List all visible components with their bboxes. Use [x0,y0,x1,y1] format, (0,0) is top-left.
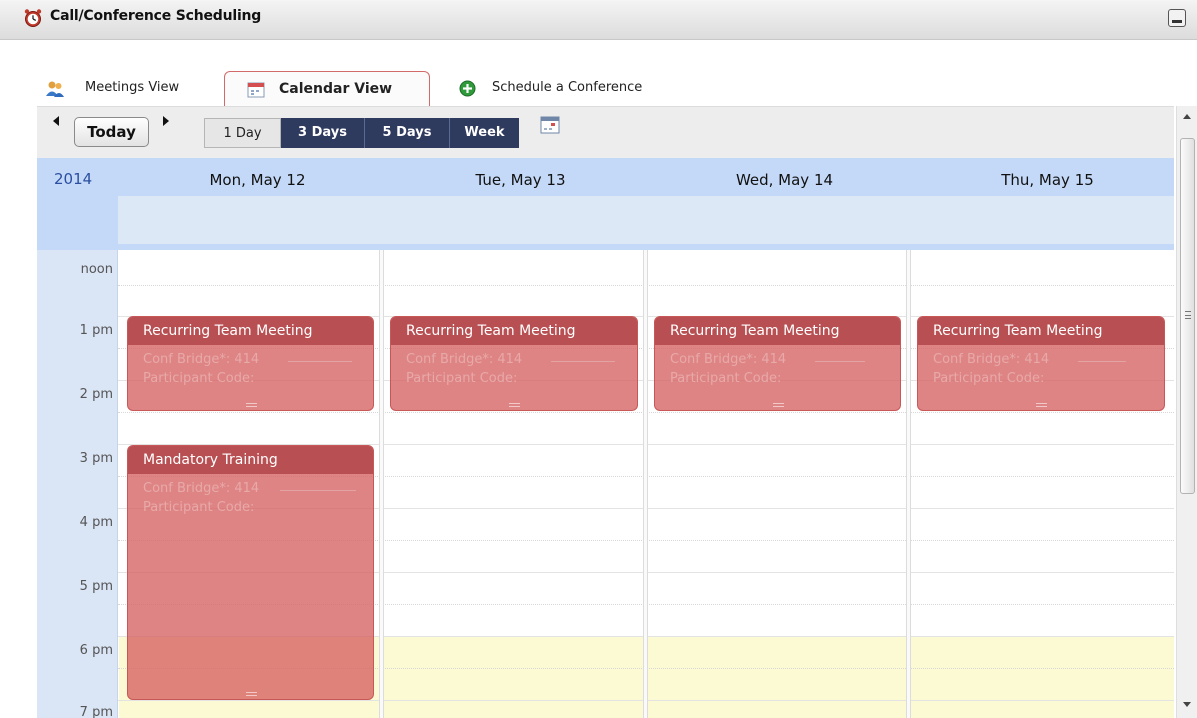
tab-meetings-view[interactable]: Meetings View [45,71,210,106]
day-header-thu[interactable]: Thu, May 15 [916,171,1179,189]
day-column-divider [906,250,911,718]
day-header-wed[interactable]: Wed, May 14 [653,171,916,189]
calendar-icon [247,82,265,98]
event-conf-bridge: Conf Bridge*: 414 [933,352,1050,367]
resize-handle-icon[interactable] [509,403,520,407]
event-participant-code: Participant Code: [143,500,255,515]
year-label: 2014 [54,170,93,188]
minimize-icon [1172,20,1182,23]
app-window: Call/Conference Scheduling Meetings View… [0,0,1197,718]
event-participant-code: Participant Code: [933,371,1045,386]
hour-label-6pm: 6 pm [79,643,113,658]
range-week-button[interactable]: Week [450,118,519,148]
event-recurring-team-meeting-mon[interactable]: Recurring Team Meeting Conf Bridge*: 414… [127,316,374,411]
redaction-line [551,361,615,362]
redaction-line [815,361,865,362]
event-recurring-team-meeting-wed[interactable]: Recurring Team Meeting Conf Bridge*: 414… [654,316,901,411]
calendar-toolbar: Today 1 Day 3 Days 5 Days Week [37,106,1174,158]
scroll-up-arrow-icon[interactable] [1183,114,1191,119]
scroll-down-arrow-icon[interactable] [1183,702,1191,707]
event-participant-code: Participant Code: [670,371,782,386]
event-conf-bridge: Conf Bridge*: 414 [670,352,787,367]
title-bar: Call/Conference Scheduling [0,0,1197,40]
event-title: Recurring Team Meeting [143,323,313,339]
hour-label-7pm: 7 pm [79,705,113,718]
window-title: Call/Conference Scheduling [50,8,262,24]
all-day-gutter [37,196,118,244]
hour-label-4pm: 4 pm [79,515,113,530]
time-grid[interactable]: noon 1 pm 2 pm 3 pm 4 pm 5 pm 6 pm 7 pm [37,250,1174,718]
hour-label-5pm: 5 pm [79,579,113,594]
event-recurring-team-meeting-thu[interactable]: Recurring Team Meeting Conf Bridge*: 414… [917,316,1165,411]
hour-label-3pm: 3 pm [79,451,113,466]
event-mandatory-training-mon[interactable]: Mandatory Training Conf Bridge*: 414 Par… [127,445,374,700]
tab-meetings-label: Meetings View [85,80,180,95]
range-5-days-button[interactable]: 5 Days [365,118,450,148]
event-participant-code: Participant Code: [406,371,518,386]
event-participant-code: Participant Code: [143,371,255,386]
event-title: Mandatory Training [143,452,278,468]
day-header-mon[interactable]: Mon, May 12 [126,171,389,189]
alarm-clock-icon [24,9,42,27]
range-1-day-button[interactable]: 1 Day [204,118,281,148]
people-icon [46,81,64,97]
redaction-line [280,490,356,491]
day-header-tue[interactable]: Tue, May 13 [389,171,652,189]
hour-label-noon: noon [80,262,113,277]
next-arrow-icon[interactable] [163,116,169,126]
resize-handle-icon[interactable] [246,403,257,407]
event-title: Recurring Team Meeting [933,323,1103,339]
event-conf-bridge: Conf Bridge*: 414 [143,481,260,496]
event-title: Recurring Team Meeting [670,323,840,339]
day-column-divider [643,250,648,718]
range-3-days-button[interactable]: 3 Days [281,118,365,148]
event-conf-bridge: Conf Bridge*: 414 [406,352,523,367]
resize-handle-icon[interactable] [1036,403,1047,407]
resize-handle-icon[interactable] [773,403,784,407]
vertical-scrollbar[interactable] [1176,106,1197,718]
resize-handle-icon[interactable] [246,692,257,696]
all-day-row[interactable] [37,196,1174,244]
tab-schedule-label: Schedule a Conference [492,80,643,95]
scrollbar-thumb[interactable] [1180,138,1195,494]
redaction-line [288,361,352,362]
hour-label-1pm: 1 pm [79,323,113,338]
minimize-button[interactable] [1168,9,1186,27]
event-recurring-team-meeting-tue[interactable]: Recurring Team Meeting Conf Bridge*: 414… [390,316,638,411]
hour-label-2pm: 2 pm [79,387,113,402]
tab-schedule-conference[interactable]: Schedule a Conference [455,71,695,106]
today-button[interactable]: Today [74,117,149,147]
grip-icon [1185,311,1191,319]
time-gutter: noon 1 pm 2 pm 3 pm 4 pm 5 pm 6 pm 7 pm [37,250,118,718]
redaction-line [1078,361,1126,362]
day-column-divider [379,250,384,718]
add-icon [459,80,476,97]
tab-calendar-label: Calendar View [279,81,393,97]
tab-calendar-view[interactable]: Calendar View [224,71,430,106]
date-header-row: 2014 Mon, May 12 Tue, May 13 Wed, May 14… [37,158,1174,196]
date-picker-icon[interactable] [540,116,560,134]
event-conf-bridge: Conf Bridge*: 414 [143,352,260,367]
event-title: Recurring Team Meeting [406,323,576,339]
previous-arrow-icon[interactable] [53,116,59,126]
